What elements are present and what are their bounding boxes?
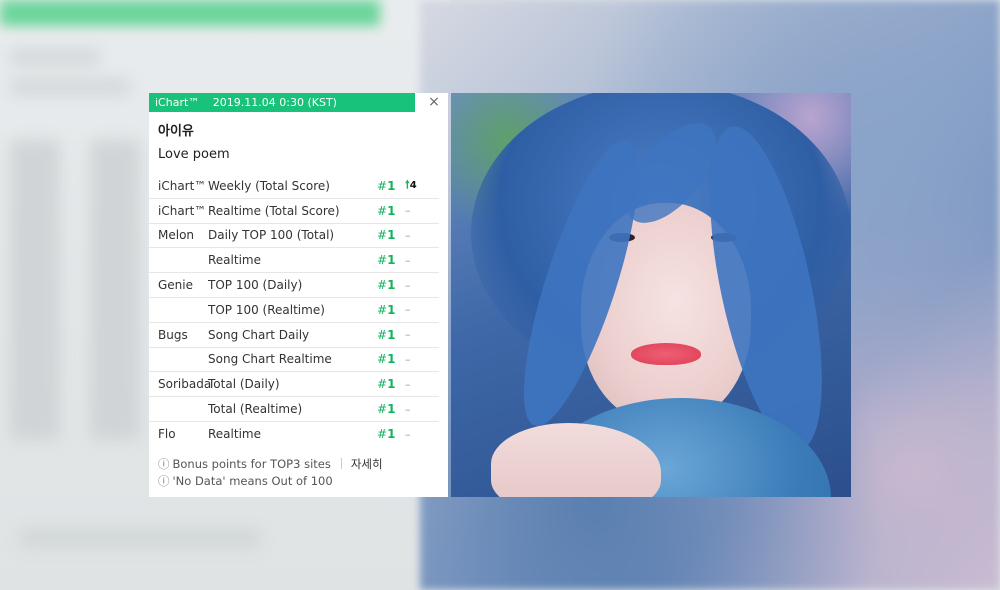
table-row: Song Chart Realtime #1 – [149,348,439,373]
info-icon: ⓘ [158,457,170,471]
chart-name: Weekly (Total Score) [208,178,330,193]
rank-value: #1 [377,427,405,441]
rank-hash: # [377,427,388,442]
rank-hash: # [377,203,388,218]
rank-hash: # [377,302,388,317]
site-name: Genie [158,278,194,293]
widget-header: iChart™ 2019.11.04 0:30 (KST) [149,93,415,112]
rank-value: #1 [377,402,405,416]
info-icon: ⓘ [158,474,170,488]
footer-note-bonus: ⓘ Bonus points for TOP3 sites 자세히 [158,456,448,472]
rank-value: #1 [377,253,405,267]
site-name: Soribada [158,377,212,392]
rank-value: #1 [377,352,405,366]
rank-number: 1 [387,278,396,293]
rank-number: 1 [387,427,396,442]
rank-change-value: 4 [409,180,417,192]
rank-hash: # [377,178,388,193]
table-row: Genie TOP 100 (Daily) #1 – [149,273,439,298]
rank-value: #1 [377,228,405,242]
rank-change: – [405,377,411,391]
rank-change: – [405,253,411,267]
rank-change: – [405,328,411,342]
rank-number: 1 [387,178,396,193]
timestamp: 2019.11.04 0:30 (KST) [212,96,337,109]
rank-change: – [405,303,411,317]
chart-name: Realtime [208,427,261,442]
rank-hash: # [377,327,388,342]
rank-number: 1 [387,253,396,268]
table-row: Soribada Total (Daily) #1 – [149,372,439,398]
site-name: Bugs [158,327,188,342]
rank-change: – [405,204,411,218]
ichart-widget: iChart™ 2019.11.04 0:30 (KST) × 아이유 Love… [149,93,448,497]
blurred-shape [10,140,60,440]
chart-name: Song Chart Realtime [208,352,332,367]
album-cover-image [451,93,851,497]
rank-hash: # [377,253,388,268]
chart-name: Total (Realtime) [208,402,303,417]
rank-hash: # [377,377,388,392]
rank-change: – [405,352,411,366]
site-name: Flo [158,427,176,442]
table-row: iChart™ Realtime (Total Score) #1 – [149,199,439,224]
rank-change: – [405,427,411,441]
rank-number: 1 [387,327,396,342]
close-button[interactable]: × [427,95,441,109]
chart-rank-list: iChart™ Weekly (Total Score) #1 🠕4 iChar… [149,174,439,447]
chart-name: Realtime [208,253,261,268]
bonus-note: Bonus points for TOP3 sites [172,457,331,471]
table-row: TOP 100 (Realtime) #1 – [149,298,439,323]
rank-number: 1 [387,402,396,417]
rank-hash: # [377,278,388,293]
rank-number: 1 [387,228,396,243]
site-name: iChart™ [158,203,207,218]
footer-note-nodata: ⓘ 'No Data' means Out of 100 [158,473,448,489]
table-row: Realtime #1 – [149,248,439,274]
rank-hash: # [377,402,388,417]
blurred-shape [90,140,140,440]
nodata-note: 'No Data' means Out of 100 [172,474,333,488]
divider [340,458,342,469]
rank-hash: # [377,228,388,243]
site-name: Melon [158,228,195,243]
chart-name: Song Chart Daily [208,327,310,342]
rank-number: 1 [387,352,396,367]
rank-change: – [405,278,411,292]
lips-shape [631,343,701,365]
rank-value: #1 [377,377,405,391]
rank-number: 1 [387,377,396,392]
brand-label: iChart™ [155,96,200,109]
blurred-shape [10,50,100,64]
rank-number: 1 [387,203,396,218]
rank-value: #1 [377,328,405,342]
song-title: Love poem [158,147,230,162]
blurred-shape [10,80,130,94]
table-row: Melon Daily TOP 100 (Total) #1 – [149,224,439,249]
rank-hash: # [377,352,388,367]
rank-change: 🠕4 [405,176,425,195]
table-row: iChart™ Weekly (Total Score) #1 🠕4 [149,174,439,199]
details-link[interactable]: 자세히 [351,457,383,471]
table-row: Flo Realtime #1 – [149,422,439,447]
blurred-header-bar [0,0,380,26]
chart-name: Daily TOP 100 (Total) [208,228,335,243]
rank-number: 1 [387,302,396,317]
site-name: iChart™ [158,178,207,193]
rank-value: #1 [377,303,405,317]
rank-value: #1 [377,179,405,193]
rank-change: – [405,228,411,242]
chart-name: TOP 100 (Realtime) [208,302,325,317]
table-row: Bugs Song Chart Daily #1 – [149,323,439,348]
table-row: Total (Realtime) #1 – [149,397,439,422]
blurred-shape [20,530,260,546]
artist-name: 아이유 [158,124,194,139]
chart-name: Total (Daily) [208,377,280,392]
rank-value: #1 [377,204,405,218]
rank-change: – [405,402,411,416]
rank-value: #1 [377,278,405,292]
chart-name: TOP 100 (Daily) [208,278,303,293]
chart-name: Realtime (Total Score) [208,203,340,218]
